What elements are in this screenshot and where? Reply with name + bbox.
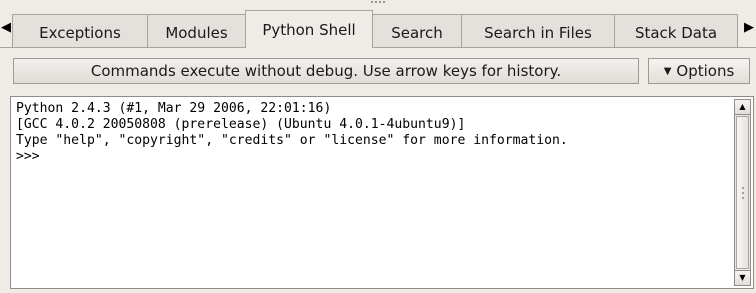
tab-label: Stack Data	[634, 23, 718, 42]
command-bar: Commands execute without debug. Use arro…	[0, 48, 756, 92]
tab-label: Search in Files	[484, 23, 592, 42]
shell-prompt: >>>	[16, 149, 40, 164]
tab-python-shell[interactable]: Python Shell	[245, 10, 373, 48]
scrollbar-track[interactable]	[734, 115, 751, 270]
scroll-up-icon[interactable]: ▲	[734, 99, 751, 115]
tab-label: Python Shell	[262, 20, 356, 39]
scrollbar-grip-icon	[742, 187, 744, 199]
shell-line: Python 2.4.3 (#1, Mar 29 2006, 22:01:16)	[16, 101, 332, 116]
shell-output[interactable]: Python 2.4.3 (#1, Mar 29 2006, 22:01:16)…	[10, 96, 754, 289]
options-button[interactable]: ▼ Options	[648, 58, 750, 84]
shell-line: [GCC 4.0.2 20050808 (prerelease) (Ubuntu…	[16, 117, 466, 132]
scrollbar-thumb[interactable]	[736, 116, 749, 269]
tab-search-in-files[interactable]: Search in Files	[461, 14, 615, 48]
tab-label: Exceptions	[39, 23, 121, 42]
triangle-left-icon[interactable]: ◀	[0, 16, 12, 40]
dropdown-caret-icon: ▼	[663, 65, 672, 77]
tab-label: Search	[391, 23, 443, 42]
tab-exceptions[interactable]: Exceptions	[12, 14, 148, 48]
tab-list: Exceptions Modules Python Shell Search S…	[12, 10, 738, 48]
shell-text[interactable]: Python 2.4.3 (#1, Mar 29 2006, 22:01:16)…	[16, 101, 726, 165]
tab-modules[interactable]: Modules	[147, 14, 246, 48]
tab-label: Modules	[165, 23, 228, 42]
tab-search[interactable]: Search	[372, 14, 462, 48]
tab-strip: ◀ Exceptions Modules Python Shell Search…	[0, 0, 756, 48]
tab-stack-data[interactable]: Stack Data	[614, 14, 738, 48]
scroll-down-icon[interactable]: ▼	[734, 270, 751, 286]
python-shell-panel: ◀ Exceptions Modules Python Shell Search…	[0, 0, 756, 293]
triangle-right-icon[interactable]: ▶	[743, 16, 755, 40]
vertical-scrollbar[interactable]: ▲ ▼	[734, 99, 751, 286]
shell-hint-button[interactable]: Commands execute without debug. Use arro…	[13, 58, 639, 84]
shell-line: Type "help", "copyright", "credits" or "…	[16, 133, 568, 148]
options-label: Options	[676, 62, 735, 80]
